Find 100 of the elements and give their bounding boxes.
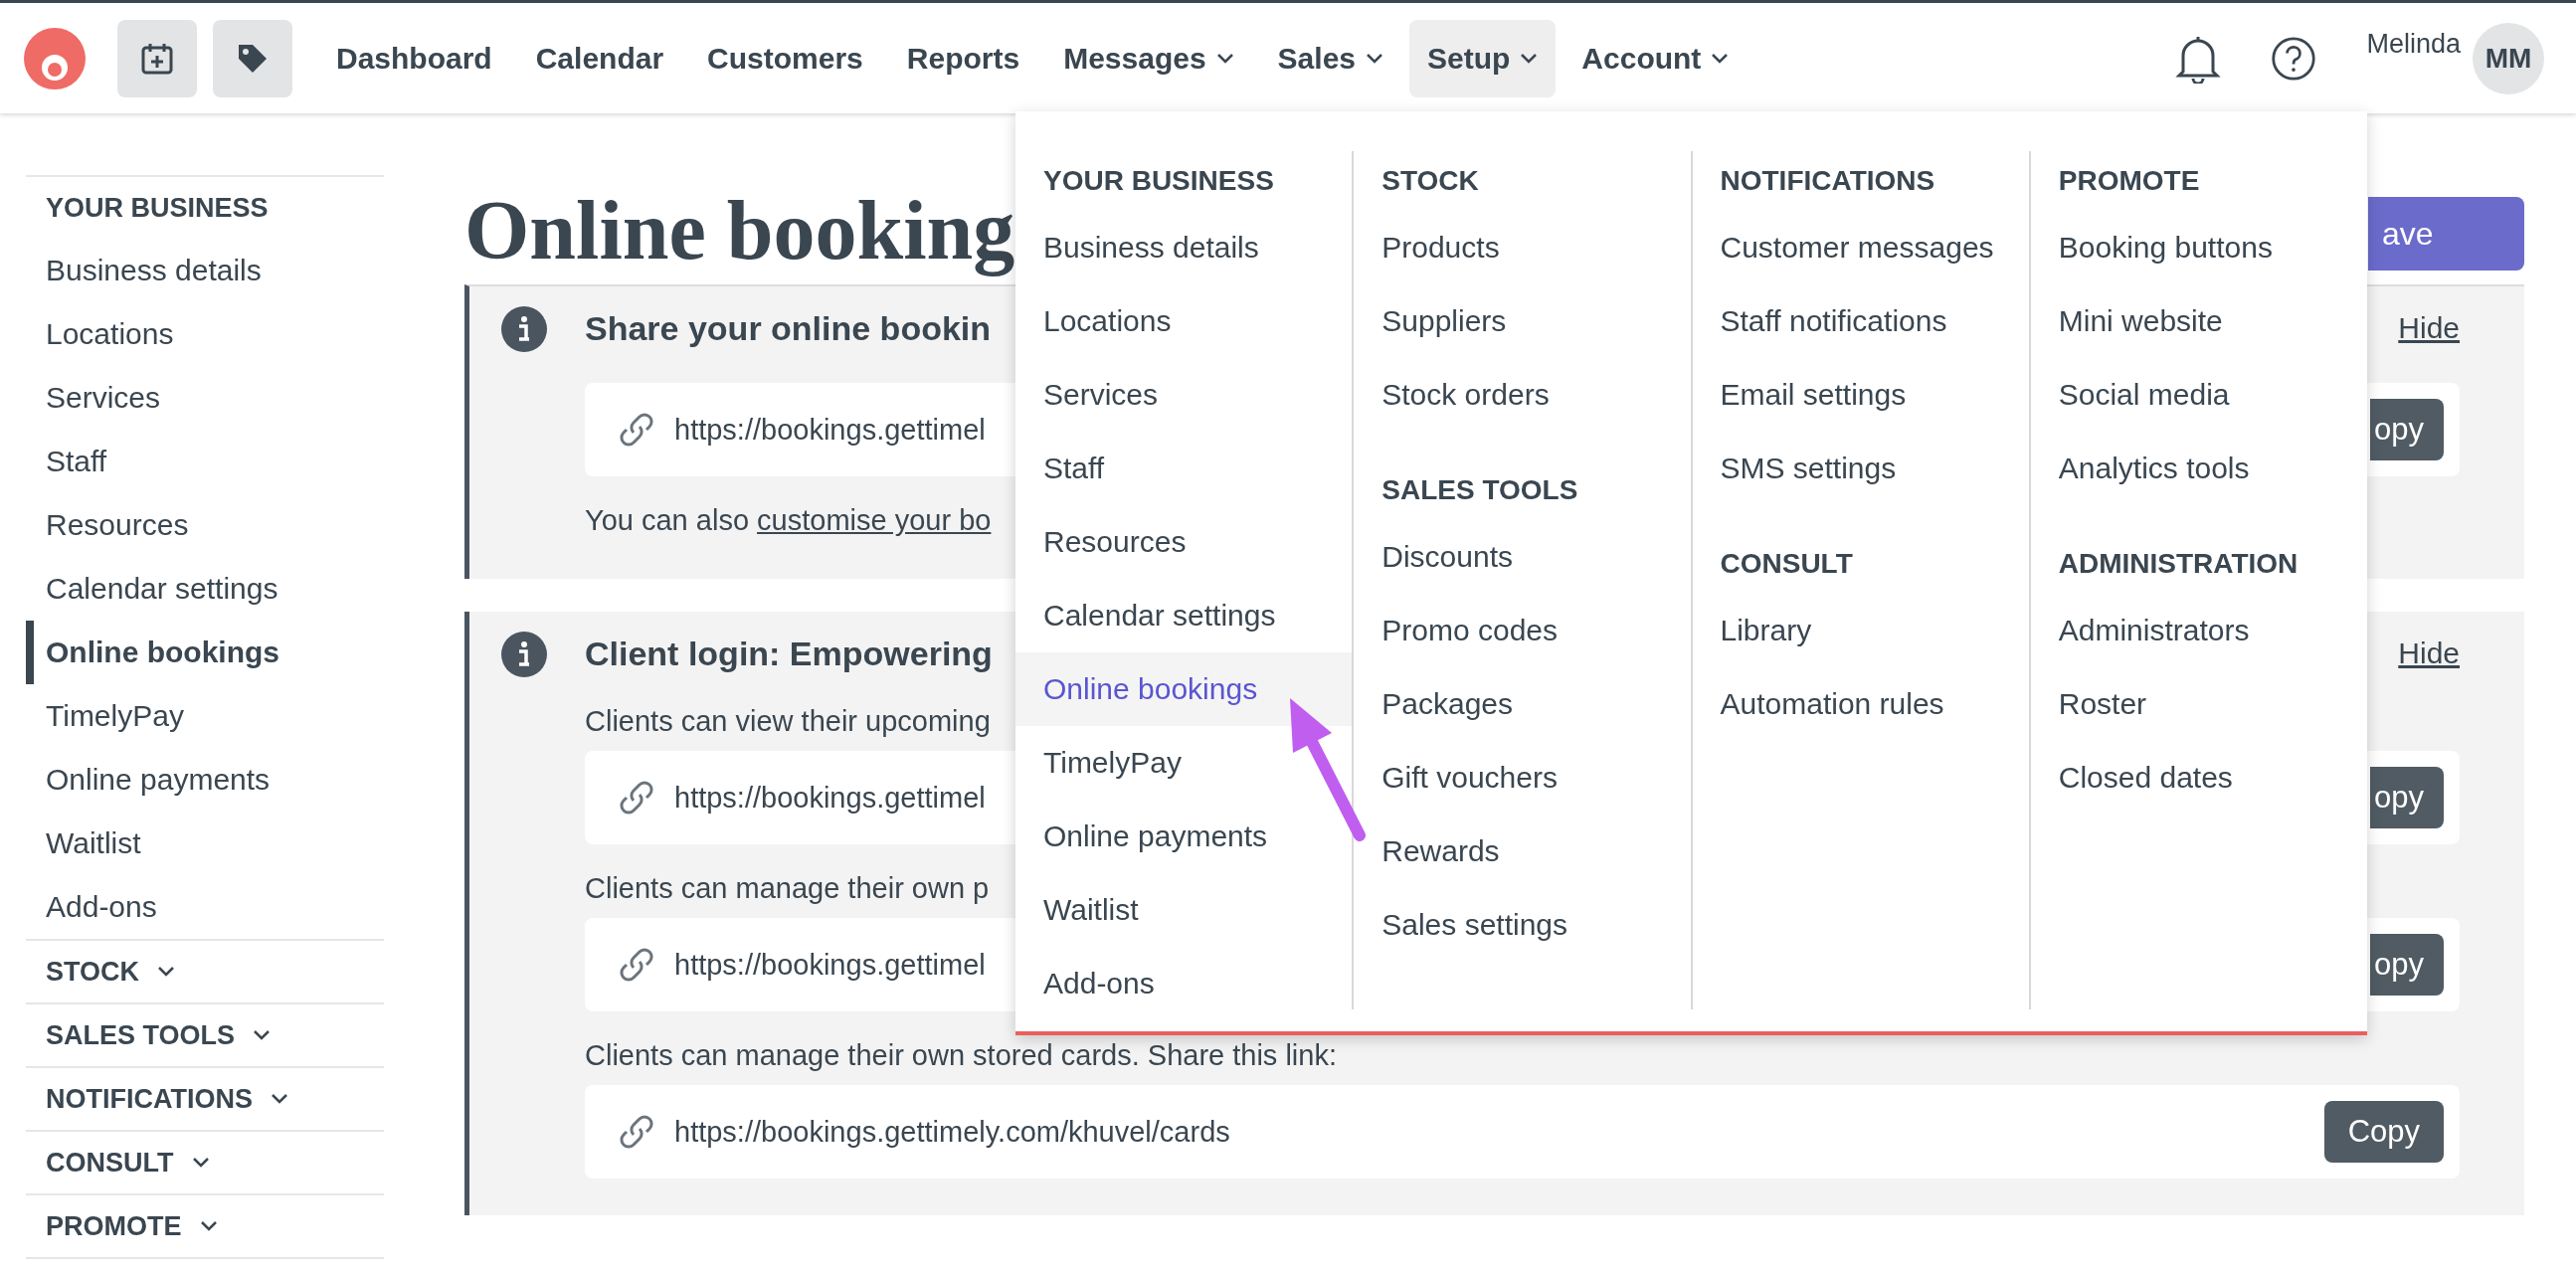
menu-item[interactable]: Analytics tools [2030,432,2367,505]
menu-section-heading: CONSULT [1719,547,1854,581]
sidebar-item[interactable]: Business details [26,239,384,302]
menu-item[interactable]: TimelyPay [1015,726,1353,800]
sidebar-item[interactable]: Staff [26,430,384,493]
card-title: Share your online bookin [585,308,992,348]
nav-menu-item[interactable]: Customers [689,19,881,97]
menu-item[interactable]: Gift vouchers [1354,741,1691,815]
sidebar-section-header[interactable]: CONSULT [26,1132,384,1195]
menu-item[interactable]: Services [1015,358,1353,432]
chevron-down-icon [271,1093,288,1105]
menu-section-heading: ADMINISTRATION [2057,547,2300,581]
menu-section-heading: PROMOTE [2057,164,2201,198]
menu-item[interactable]: Products [1354,211,1691,284]
menu-item[interactable]: Waitlist [1015,873,1353,947]
save-button[interactable]: ave [2368,197,2524,271]
menu-item[interactable]: Online bookings [1015,652,1353,726]
menu-item[interactable]: Stock orders [1354,358,1691,432]
menu-item[interactable]: Administrators [2030,594,2367,667]
url-text: https://bookings.gettimely.com/khuvel/cards [674,1115,1230,1149]
url-text: https://bookings.gettimel [674,781,986,815]
sidebar-section-header[interactable]: SALES TOOLS [26,1004,384,1068]
description-text: Clients can manage their own stored cards. Share this link: [585,1038,1337,1073]
link-field[interactable]: https://bookings.gettimely.com/khuvel/cards Copy [585,1085,2460,1179]
menu-item[interactable]: Business details [1015,211,1353,284]
menu-item[interactable]: Discounts [1354,520,1691,594]
nav-menu-item[interactable]: Messages [1045,19,1252,97]
chevron-down-icon [253,1029,272,1041]
menu-item[interactable]: Library [1692,594,2029,667]
card-title: Client login: Empowering [585,634,993,673]
menu-item[interactable]: Roster [2030,667,2367,741]
sidebar-section-header[interactable]: PROMOTE [26,1195,384,1259]
menu-item[interactable]: Packages [1354,667,1691,741]
copy-button[interactable]: opy [2370,767,2444,828]
menu-item[interactable]: Automation rules [1692,667,2029,741]
user-avatar[interactable]: MM [2473,22,2544,94]
menu-item[interactable]: Customer messages [1692,211,2029,284]
page-title: Online booking [464,182,1015,278]
menu-item[interactable]: Social media [2030,358,2367,432]
sidebar-item[interactable]: Waitlist [26,812,384,875]
menu-item[interactable]: Mini website [2030,284,2367,358]
menu-section-heading: NOTIFICATIONS [1719,164,1936,198]
chevron-down-icon [1711,52,1730,65]
nav-menu-item[interactable]: Sales [1259,19,1401,97]
menu-item[interactable]: Closed dates [2030,741,2367,815]
nav-menu-item[interactable]: Account [1564,19,1748,97]
logo-icon[interactable] [24,27,86,90]
menu-section-heading: YOUR BUSINESS [1042,164,1275,198]
sidebar-section-header[interactable]: NOTIFICATIONS [26,1068,384,1132]
sidebar-section-header[interactable]: STOCK [26,941,384,1004]
url-text: https://bookings.gettimel [674,413,986,447]
nav-menu-item[interactable]: Dashboard [318,19,510,97]
menu-item[interactable]: Staff notifications [1692,284,2029,358]
url-text: https://bookings.gettimel [674,948,986,982]
menu-item[interactable]: Promo codes [1354,594,1691,667]
sidebar-item[interactable]: Resources [26,493,384,557]
hide-link[interactable]: Hide [2398,311,2460,345]
info-icon [501,306,547,352]
menu-item[interactable]: Online payments [1015,800,1353,873]
sidebar-item[interactable]: TimelyPay [26,684,384,748]
sidebar-item[interactable]: Online bookings [26,621,384,684]
calendar-add-button[interactable] [117,19,197,97]
description-text: Clients can view their upcoming [585,704,991,739]
nav-menu-item[interactable]: Reports [888,19,1038,97]
tag-button[interactable] [213,19,292,97]
sidebar-item[interactable]: Online payments [26,748,384,812]
calendar-plus-icon [140,41,174,76]
chevron-down-icon [1366,52,1383,65]
nav-menu-item[interactable]: Setup [1409,19,1557,97]
menu-item[interactable]: Email settings [1692,358,2029,432]
menu-item[interactable]: Rewards [1354,815,1691,888]
copy-button[interactable]: opy [2370,934,2444,996]
menu-section-heading: SALES TOOLS [1380,473,1579,507]
user-name: Melinda [2366,29,2461,60]
menu-section-heading: STOCK [1380,164,1480,198]
menu-item[interactable]: Suppliers [1354,284,1691,358]
copy-button[interactable]: opy [2370,399,2444,460]
customise-link[interactable]: customise your bo [757,504,992,536]
menu-item[interactable]: Calendar settings [1015,579,1353,652]
chevron-down-icon [1215,52,1234,65]
sidebar-item[interactable]: Calendar settings [26,557,384,621]
menu-item[interactable]: Locations [1015,284,1353,358]
sidebar-section-header[interactable]: YOUR BUSINESS [26,177,384,239]
menu-item[interactable]: Resources [1015,505,1353,579]
sidebar-item[interactable]: Add-ons [26,875,384,939]
menu-item[interactable]: Sales settings [1354,888,1691,962]
chevron-down-icon [199,1220,218,1232]
description-text: Clients can manage their own p [585,871,990,906]
menu-item[interactable]: Booking buttons [2030,211,2367,284]
sidebar-item[interactable]: Locations [26,302,384,366]
chevron-down-icon [157,966,175,978]
info-icon [501,632,547,677]
menu-item[interactable]: SMS settings [1692,432,2029,505]
menu-item[interactable]: Staff [1015,432,1353,505]
nav-menu-item[interactable]: Calendar [517,19,682,97]
menu-item[interactable]: Add-ons [1015,947,1353,1020]
copy-button[interactable]: Copy [2323,1101,2444,1163]
description-text: You can also customise your bo [585,503,992,538]
sidebar-item[interactable]: Services [26,366,384,430]
hide-link[interactable]: Hide [2398,636,2460,670]
